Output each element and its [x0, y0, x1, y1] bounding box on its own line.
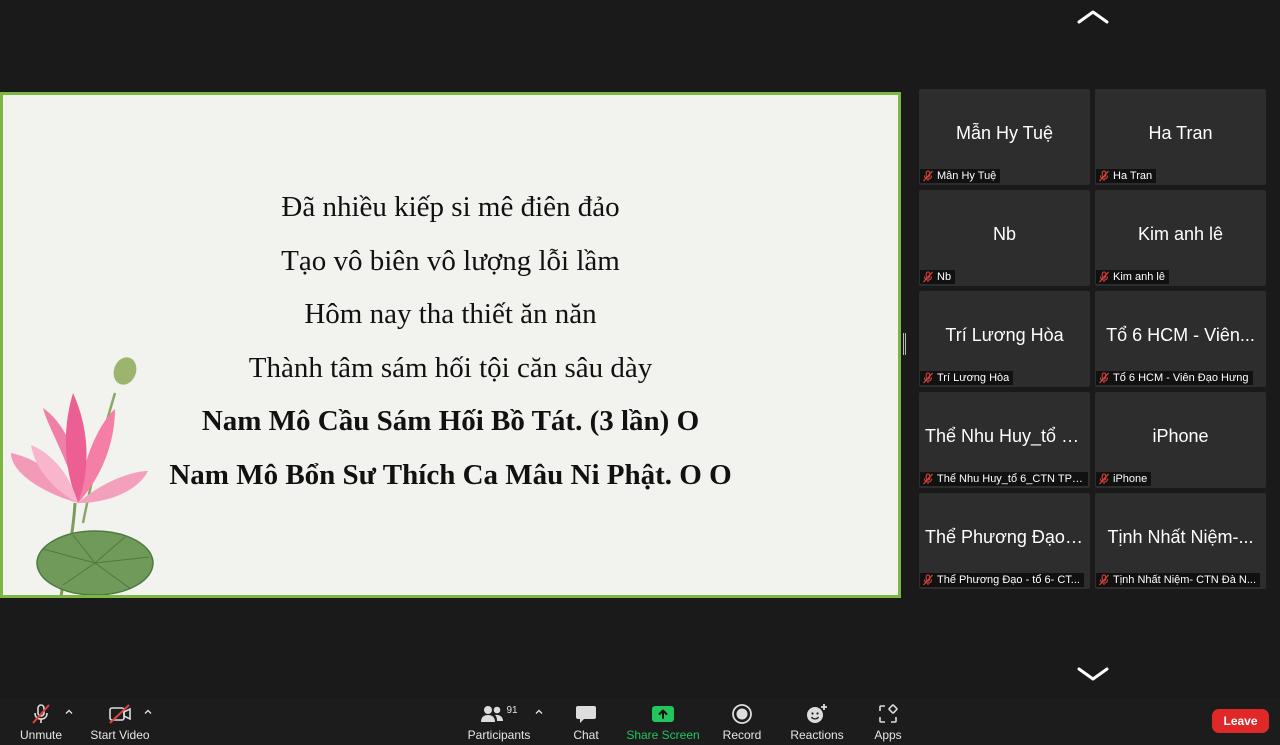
- mic-muted-icon: [1098, 170, 1110, 182]
- participant-name-label: Thể Nhu Huy_tổ 6_CTN TPH...: [920, 472, 1088, 486]
- participant-label-text: Kim anh lê: [1113, 271, 1165, 283]
- participant-display-name: iPhone: [1152, 426, 1209, 446]
- reactions-icon: [805, 702, 829, 726]
- participant-display-name: Ha Tran: [1148, 123, 1213, 143]
- participant-name-label: Tịnh Nhất Niệm- CTN Đà N...: [1096, 573, 1261, 587]
- participant-display-name: Kim anh lê: [1137, 224, 1224, 244]
- record-icon: [731, 702, 753, 726]
- start-video-button[interactable]: Start Video: [90, 702, 150, 742]
- participant-label-text: Tịnh Nhất Niệm- CTN Đà N...: [1113, 574, 1257, 586]
- participant-tile[interactable]: Nb Nb: [919, 190, 1090, 286]
- participant-label-text: Ha Tran: [1113, 170, 1153, 182]
- mic-muted-icon: [922, 473, 934, 485]
- chevron-down-icon: [1077, 667, 1109, 681]
- leave-button[interactable]: Leave: [1212, 709, 1269, 733]
- video-options-caret[interactable]: [143, 707, 153, 717]
- mic-muted-icon: [922, 170, 934, 182]
- chat-button[interactable]: Chat: [570, 702, 602, 742]
- panel-splitter-handle[interactable]: [903, 333, 906, 355]
- participant-name-label: Ha Tran: [1096, 169, 1157, 183]
- participant-label-text: Tổ 6 HCM - Viên Đạo Hưng: [1113, 372, 1249, 384]
- participant-gallery: Mẫn Hy Tuệ Mẫn Hy Tuệ Ha Tran Ha Tran Nb Nb Ki…: [919, 89, 1266, 589]
- participants-label: Participants: [467, 728, 531, 742]
- apps-label: Apps: [874, 728, 902, 742]
- mic-muted-icon: [1098, 372, 1110, 384]
- participant-tile[interactable]: Trí Lương Hòa Trí Lương Hòa: [919, 291, 1090, 387]
- participant-tile[interactable]: Thể Phương Đạo -... Thể Phương Đạo - tổ 6…: [919, 493, 1090, 589]
- participant-tile[interactable]: Ha Tran Ha Tran: [1095, 89, 1266, 185]
- mic-muted-icon: [1098, 473, 1110, 485]
- participant-name-label: Tổ 6 HCM - Viên Đạo Hưng: [1096, 371, 1253, 385]
- video-off-icon: [107, 702, 133, 726]
- participant-tile[interactable]: Mẫn Hy Tuệ Mẫn Hy Tuệ: [919, 89, 1090, 185]
- participant-tile[interactable]: Kim anh lê Kim anh lê: [1095, 190, 1266, 286]
- meeting-stage: Đã nhiều kiếp si mê điên đảo Tạo vô biên …: [0, 0, 1280, 698]
- participant-name-label: Thể Phương Đạo - tổ 6- CT...: [920, 573, 1084, 587]
- participants-count: 91: [506, 705, 518, 716]
- participant-display-name: Tổ 6 HCM - Viên...: [1106, 325, 1255, 345]
- apps-icon: [878, 702, 898, 726]
- mic-muted-icon: [922, 574, 934, 586]
- participant-display-name: Trí Lương Hòa: [945, 325, 1064, 345]
- share-screen-label: Share Screen: [626, 728, 700, 742]
- shared-screen: Đã nhiều kiếp si mê điên đảo Tạo vô biên …: [0, 92, 901, 598]
- lotus-illustration: [11, 357, 154, 595]
- participant-display-name: Thể Nhu Huy_tổ 6...: [925, 426, 1084, 446]
- unmute-button[interactable]: Unmute: [20, 702, 62, 742]
- share-screen-icon: [651, 702, 675, 726]
- participant-display-name: Mẫn Hy Tuệ: [955, 123, 1054, 143]
- participant-tile[interactable]: iPhone iPhone: [1095, 392, 1266, 488]
- share-screen-button[interactable]: Share Screen: [626, 702, 700, 742]
- mic-muted-icon: [922, 372, 934, 384]
- participant-label-text: Thể Nhu Huy_tổ 6_CTN TPH...: [937, 473, 1084, 485]
- participants-options-caret[interactable]: [534, 707, 544, 717]
- verse-line: Đã nhiều kiếp si mê điên đảo: [281, 191, 620, 223]
- participant-tile[interactable]: Tịnh Nhất Niệm-... Tịnh Nhất Niệm- CTN Đà…: [1095, 493, 1266, 589]
- participant-label-text: iPhone: [1113, 473, 1148, 485]
- participant-tile[interactable]: Thể Nhu Huy_tổ 6... Thể Nhu Huy_tổ 6_CTN …: [919, 392, 1090, 488]
- reactions-button[interactable]: Reactions: [790, 702, 844, 742]
- meeting-toolbar: Unmute Start Video 91 Participants Chat …: [0, 698, 1280, 745]
- participant-name-label: Kim anh lê: [1096, 270, 1169, 284]
- participant-name-label: Trí Lương Hòa: [920, 371, 1014, 385]
- verse-line: Tạo vô biên vô lượng lỗi lầm: [281, 244, 620, 277]
- record-button[interactable]: Record: [721, 702, 763, 742]
- participant-name-label: Mẫn Hy Tuệ: [920, 169, 1001, 183]
- unmute-label: Unmute: [19, 728, 63, 742]
- participant-label-text: Mẫn Hy Tuệ: [937, 170, 997, 182]
- participant-tile[interactable]: Tổ 6 HCM - Viên... Tổ 6 HCM - Viên Đạo Hư…: [1095, 291, 1266, 387]
- participants-button[interactable]: 91 Participants: [467, 702, 531, 742]
- mic-muted-icon: [29, 702, 53, 726]
- mic-muted-icon: [1098, 271, 1110, 283]
- chat-icon: [575, 702, 597, 726]
- verse-line: Hôm nay tha thiết ăn năn: [304, 298, 597, 331]
- participant-name-label: iPhone: [1096, 472, 1152, 486]
- participant-display-name: Nb: [992, 224, 1016, 244]
- mic-muted-icon: [1098, 574, 1110, 586]
- participant-display-name: Thể Phương Đạo -...: [925, 527, 1084, 547]
- page-down-button[interactable]: [1076, 664, 1110, 684]
- reactions-label: Reactions: [790, 728, 844, 742]
- record-label: Record: [722, 728, 762, 742]
- mic-muted-icon: [922, 271, 934, 283]
- participant-name-label: Nb: [920, 270, 956, 284]
- participant-label-text: Nb: [937, 271, 952, 283]
- participant-label-text: Trí Lương Hòa: [937, 372, 1010, 384]
- participant-label-text: Thể Phương Đạo - tổ 6- CT...: [937, 574, 1080, 586]
- page-up-button[interactable]: [1076, 7, 1110, 27]
- participant-display-name: Tịnh Nhất Niệm-...: [1107, 527, 1254, 547]
- audio-options-caret[interactable]: [64, 707, 74, 717]
- chat-label: Chat: [573, 728, 599, 742]
- chevron-up-icon: [1077, 10, 1109, 24]
- participants-icon: 91: [480, 702, 518, 726]
- apps-button[interactable]: Apps: [872, 702, 904, 742]
- start-video-label: Start Video: [90, 728, 150, 742]
